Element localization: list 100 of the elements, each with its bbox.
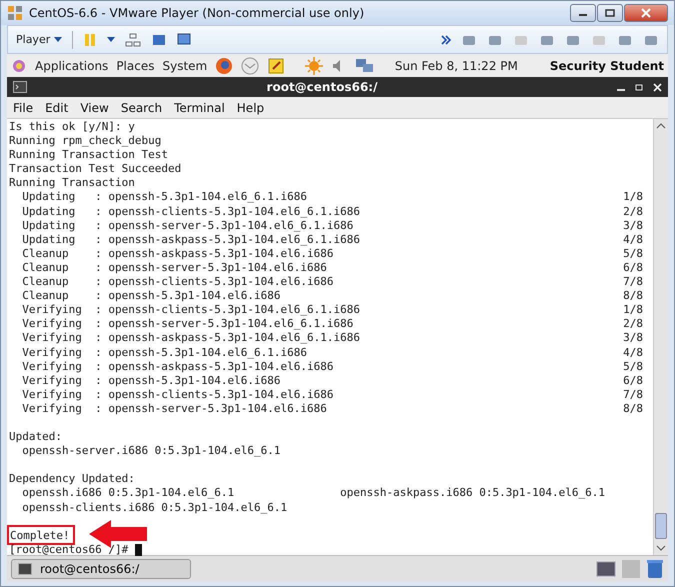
terminal-icon: [18, 563, 32, 575]
step-action: Verifying: [21, 317, 83, 332]
shell-prompt: [root@centos66 /]#: [9, 542, 128, 557]
complete-message: Complete!: [7, 524, 75, 545]
fullscreen-icon[interactable]: [150, 32, 167, 46]
step-counter: 6/8: [623, 374, 643, 388]
step-counter: 5/8: [623, 246, 643, 261]
caret-icon: [54, 37, 62, 43]
scroll-up-icon[interactable]: [655, 121, 667, 131]
gnome-foot-icon[interactable]: [11, 58, 27, 74]
package-name: openssh-askpass.i686 0:5.3p1-104.el6_6.1: [340, 486, 606, 501]
maximize-icon: [635, 83, 644, 91]
step-action: Cleanup: [21, 289, 70, 304]
scroll-down-icon[interactable]: [655, 543, 667, 553]
panel-menu[interactable]: System: [162, 58, 208, 72]
text-cursor: [135, 544, 142, 556]
step-counter: 1/8: [623, 303, 643, 318]
step-action: Verifying: [21, 374, 83, 388]
network-icon[interactable]: [355, 56, 376, 74]
step-counter: 4/8: [623, 346, 643, 360]
step-counter: 3/8: [623, 218, 643, 233]
maximize-icon: [605, 9, 615, 17]
user-name[interactable]: Security Student: [550, 58, 664, 72]
panel-menu[interactable]: Places: [116, 58, 154, 72]
package-name: : openssh-clients-5.3p1-104.el6.i686: [95, 388, 334, 402]
sun-icon[interactable]: [305, 56, 324, 74]
trash-icon[interactable]: [646, 559, 664, 579]
package-name: : openssh-clients-5.3p1-104.el6.i686: [95, 275, 334, 290]
window-icon[interactable]: [176, 32, 193, 46]
network-icon[interactable]: [124, 32, 141, 46]
step-action: Verifying: [21, 388, 83, 402]
package-name: : openssh-5.3p1-104.el6.i686: [95, 289, 281, 304]
menu-item[interactable]: Help: [236, 100, 264, 114]
step-counter: 6/8: [623, 260, 643, 276]
close-icon: [641, 8, 651, 18]
step-counter: 4/8: [623, 232, 643, 247]
terminal-line: openssh-clients.i686 0:5.3p1-104.el6_6.1: [21, 500, 288, 515]
player-menu[interactable]: Player: [16, 33, 62, 46]
step-counter: 1/8: [623, 190, 643, 205]
window-title: CentOS-6.6 - VMware Player (Non-commercial use only): [29, 6, 364, 20]
menu-item[interactable]: Search: [120, 100, 162, 114]
package-name: openssh.i686 0:5.3p1-104.el6_6.1: [21, 486, 236, 501]
step-counter: 2/8: [623, 317, 643, 332]
step-action: Cleanup: [21, 275, 70, 290]
step-counter: 8/8: [623, 402, 643, 416]
step-action: Verifying: [21, 402, 83, 416]
package-name: : openssh-server-5.3p1-104.el6_6.1.i686: [95, 218, 354, 233]
terminal-line: Running rpm_check_debug: [9, 134, 162, 148]
menu-item[interactable]: Terminal: [174, 100, 225, 114]
vmware-logo-icon: [7, 5, 23, 21]
scroll-thumb[interactable]: [655, 513, 667, 539]
terminal-line: Running Transaction Test: [9, 148, 168, 162]
package-name: : openssh-5.3p1-104.el6_6.1.i686: [95, 190, 307, 205]
scrollbar[interactable]: [653, 119, 668, 555]
firefox-icon[interactable]: [215, 56, 234, 74]
terminal-line: Is this ok [y/N]: y: [9, 120, 135, 134]
step-action: Cleanup: [21, 260, 70, 276]
package-name: : openssh-server-5.3p1-104.el6_6.1.i686: [95, 317, 354, 332]
step-action: Updating: [21, 204, 76, 219]
step-counter: 2/8: [623, 204, 643, 219]
step-counter: 7/8: [623, 275, 643, 290]
terminal-icon: [13, 81, 27, 93]
step-action: Verifying: [21, 331, 83, 346]
step-action: Verifying: [21, 346, 83, 360]
package-name: : openssh-clients-5.3p1-104.el6_6.1.i686: [95, 204, 360, 219]
package-name: : openssh-askpass-5.3p1-104.el6_6.1.i686: [95, 331, 360, 346]
package-name: : openssh-5.3p1-104.el6_6.1.i686: [95, 346, 307, 360]
terminal-line: Transaction Test Succeeded: [9, 162, 182, 176]
close-icon: [653, 82, 662, 92]
menu-item[interactable]: View: [80, 100, 109, 114]
package-name: : openssh-server-5.3p1-104.el6.i686: [95, 402, 327, 416]
panel-menu[interactable]: Applications: [35, 58, 108, 72]
clock[interactable]: Sun Feb 8, 11:22 PM: [394, 58, 518, 72]
step-counter: 7/8: [623, 388, 643, 402]
terminal-line: Updated:: [9, 430, 62, 444]
mail-icon[interactable]: [241, 56, 260, 74]
package-name: : openssh-server-5.3p1-104.el6.i686: [95, 260, 327, 276]
minimize-button[interactable]: [570, 4, 596, 22]
step-action: Verifying: [21, 303, 83, 318]
show-desktop-icon[interactable]: [596, 560, 616, 578]
step-counter: 3/8: [623, 331, 643, 346]
taskbar-button[interactable]: root@centos66:/: [11, 559, 191, 579]
terminal-title: root@centos66:/: [266, 80, 378, 94]
workspace-switcher[interactable]: [622, 560, 640, 578]
maximize-button[interactable]: [597, 4, 623, 22]
step-counter: 5/8: [623, 360, 643, 374]
caret-icon[interactable]: [106, 36, 115, 42]
step-action: Updating: [21, 190, 76, 205]
step-action: Updating: [21, 218, 76, 233]
terminal-line: Running Transaction: [9, 176, 135, 190]
package-name: : openssh-askpass-5.3p1-104.el6_6.1.i686: [95, 232, 360, 247]
notepad-icon[interactable]: [267, 56, 286, 74]
step-counter: 8/8: [623, 289, 643, 304]
menu-item[interactable]: File: [13, 100, 34, 114]
menu-item[interactable]: Edit: [45, 100, 68, 114]
terminal-line: Dependency Updated:: [9, 472, 135, 486]
package-name: : openssh-5.3p1-104.el6.i686: [95, 374, 281, 388]
chevron-icon[interactable]: [441, 34, 451, 44]
step-action: Verifying: [21, 360, 83, 374]
terminal-line: openssh-server.i686 0:5.3p1-104.el6_6.1: [21, 444, 281, 458]
